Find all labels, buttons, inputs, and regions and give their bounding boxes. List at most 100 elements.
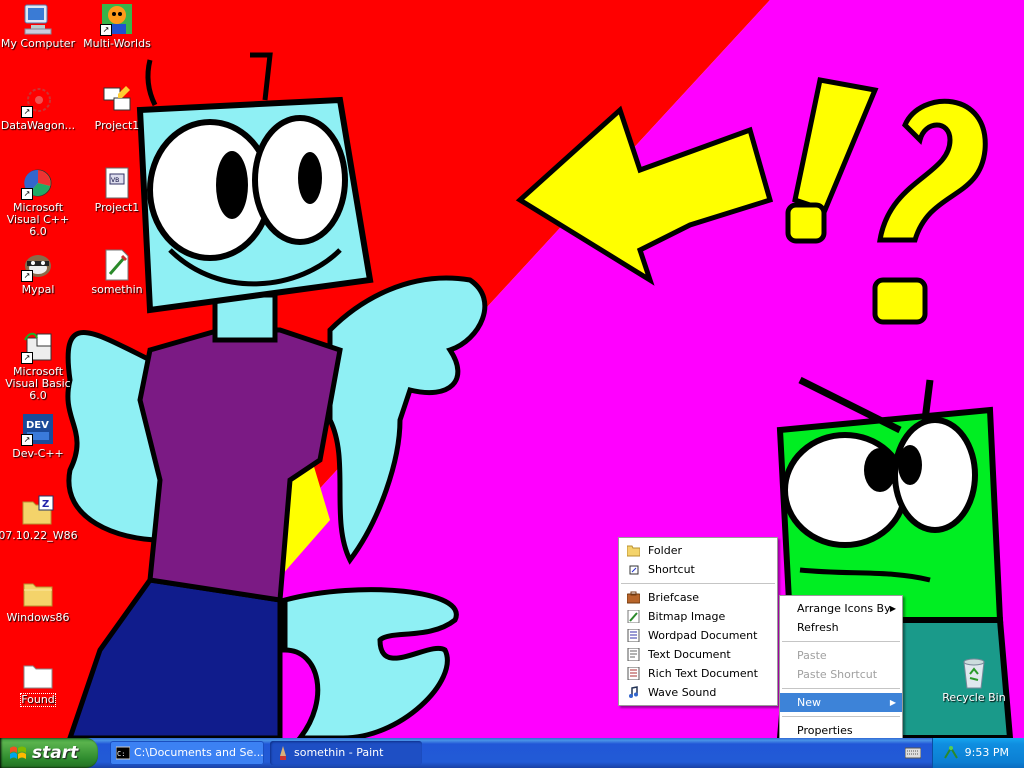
desktop-icon-label: Project1 bbox=[94, 201, 140, 214]
svg-text:C:: C: bbox=[117, 750, 125, 758]
desktop-icon-visual-basic[interactable]: ↗ Microsoft Visual Basic 6.0 bbox=[0, 330, 79, 402]
paste-label: Paste bbox=[797, 649, 827, 662]
properties-item[interactable]: Properties bbox=[780, 721, 902, 738]
desktop-icon-somethin[interactable]: somethin bbox=[76, 248, 158, 296]
start-button[interactable]: start bbox=[0, 738, 98, 768]
desktop-icon-label: Dev-C++ bbox=[12, 447, 64, 460]
desktop-context-menu: Arrange Icons By ▶ Refresh Paste Paste S… bbox=[779, 595, 903, 738]
new-wave-sound-item[interactable]: Wave Sound bbox=[619, 683, 777, 702]
desktop-icon-label: Multi-Worlds bbox=[83, 37, 151, 50]
folder-icon bbox=[21, 576, 55, 610]
desktop-icon-recycle-bin[interactable]: Recycle Bin bbox=[933, 656, 1015, 704]
network-icon[interactable] bbox=[943, 746, 959, 760]
new-folder-label: Folder bbox=[648, 544, 682, 557]
new-wordpad-item[interactable]: Wordpad Document bbox=[619, 626, 777, 645]
taskbar-item-explorer[interactable]: C: C:\Documents and Se... bbox=[110, 741, 264, 765]
keyboard-icon[interactable] bbox=[905, 746, 921, 760]
desktop-icon-my-computer[interactable]: My Computer bbox=[0, 2, 79, 50]
arrange-icons-by-label: Arrange Icons By bbox=[797, 602, 891, 615]
desktop-icon-windows86[interactable]: Windows86 bbox=[0, 576, 79, 624]
desktop-icon-project1-a[interactable]: Project1 bbox=[76, 84, 158, 132]
start-label: start bbox=[32, 743, 79, 763]
shortcut-arrow-icon: ↗ bbox=[21, 188, 33, 200]
svg-text:VB: VB bbox=[111, 177, 119, 184]
desktop-icon-label: Windows86 bbox=[6, 611, 70, 624]
clock[interactable]: 9:53 PM bbox=[965, 738, 1009, 768]
refresh-label: Refresh bbox=[797, 621, 839, 634]
desktop-icon-label: Microsoft Visual C++ 6.0 bbox=[6, 201, 70, 238]
desktop[interactable]: ! ? My Computer ↗ Multi-Worlds ↗ DataWag… bbox=[0, 0, 1024, 738]
desktop-icon-dev-cpp[interactable]: DEV ↗ Dev-C++ bbox=[0, 412, 79, 460]
new-shortcut-item[interactable]: Shortcut bbox=[619, 560, 777, 579]
text-document-icon bbox=[627, 648, 640, 661]
menu-separator bbox=[782, 716, 900, 717]
paint-icon bbox=[280, 746, 286, 760]
recycle-bin-icon bbox=[957, 656, 991, 690]
menu-separator bbox=[782, 641, 900, 642]
desktop-icon-visual-cpp[interactable]: ↗ Microsoft Visual C++ 6.0 bbox=[0, 166, 79, 238]
new-briefcase-label: Briefcase bbox=[648, 591, 700, 604]
svg-text:DEV: DEV bbox=[26, 420, 49, 431]
new-briefcase-item[interactable]: Briefcase bbox=[619, 588, 777, 607]
new-bitmap-item[interactable]: Bitmap Image bbox=[619, 607, 777, 626]
desktop-icon-label: Recycle Bin bbox=[942, 691, 1006, 704]
shortcut-arrow-icon: ↗ bbox=[100, 24, 112, 36]
shortcut-icon bbox=[629, 565, 639, 575]
desktop-icon-multi-worlds[interactable]: ↗ Multi-Worlds bbox=[76, 2, 158, 50]
desktop-icon-label: somethin bbox=[91, 283, 143, 296]
new-shortcut-label: Shortcut bbox=[648, 563, 695, 576]
system-tray: 9:53 PM bbox=[932, 738, 1024, 768]
new-rich-text-item[interactable]: Rich Text Document bbox=[619, 664, 777, 683]
taskbar-item-label: somethin - Paint bbox=[294, 746, 384, 759]
new-bitmap-label: Bitmap Image bbox=[648, 610, 726, 623]
paste-shortcut-item[interactable]: Paste Shortcut bbox=[780, 665, 902, 684]
folder-icon bbox=[21, 658, 55, 692]
desktop-icon-found[interactable]: Found bbox=[0, 658, 79, 707]
menu-separator bbox=[782, 688, 900, 689]
shortcut-arrow-icon: ↗ bbox=[21, 352, 33, 364]
new-wave-sound-label: Wave Sound bbox=[648, 686, 717, 699]
new-text-document-label: Text Document bbox=[648, 648, 731, 661]
shortcut-arrow-icon: ↗ bbox=[21, 434, 33, 446]
shortcut-arrow-icon: ↗ bbox=[21, 270, 33, 282]
desktop-icon-mypal[interactable]: ↗ Mypal bbox=[0, 248, 79, 296]
visual-cpp-icon: ↗ bbox=[21, 166, 55, 200]
desktop-icon-label: Mypal bbox=[21, 283, 55, 296]
desktop-icon-project1-b[interactable]: VB Project1 bbox=[76, 166, 158, 214]
bitmap-file-icon bbox=[100, 248, 134, 282]
datawagon-icon: ↗ bbox=[21, 84, 55, 118]
paste-item[interactable]: Paste bbox=[780, 646, 902, 665]
new-item[interactable]: New ▶ bbox=[780, 693, 902, 712]
command-prompt-icon: C: bbox=[116, 746, 130, 760]
taskbar-item-paint[interactable]: somethin - Paint bbox=[270, 741, 422, 765]
desktop-icon-label: DataWagon... bbox=[0, 119, 76, 132]
dev-cpp-icon: DEV ↗ bbox=[21, 412, 55, 446]
new-text-document-item[interactable]: Text Document bbox=[619, 645, 777, 664]
desktop-icon-label: Microsoft Visual Basic 6.0 bbox=[5, 365, 71, 402]
submenu-arrow-icon: ▶ bbox=[889, 604, 896, 613]
bitmap-icon bbox=[627, 610, 640, 623]
briefcase-icon bbox=[627, 591, 640, 604]
vb-form-icon: VB bbox=[100, 166, 134, 200]
refresh-item[interactable]: Refresh bbox=[780, 618, 902, 637]
new-submenu: Folder Shortcut Briefcase Bitmap Image W… bbox=[618, 537, 778, 706]
wordpad-icon bbox=[627, 629, 640, 642]
new-folder-item[interactable]: Folder bbox=[619, 541, 777, 560]
visual-basic-icon: ↗ bbox=[21, 330, 55, 364]
desktop-icon-zip-folder[interactable]: Z 07.10.22_W86 bbox=[0, 494, 79, 542]
new-label: New bbox=[797, 696, 821, 709]
wave-sound-icon bbox=[629, 686, 638, 698]
arrange-icons-by-item[interactable]: Arrange Icons By ▶ bbox=[780, 599, 902, 618]
desktop-icon-label: Project1 bbox=[94, 119, 140, 132]
desktop-icon-datawagon[interactable]: ↗ DataWagon... bbox=[0, 84, 79, 132]
desktop-icon-label: 07.10.22_W86 bbox=[0, 529, 78, 542]
properties-label: Properties bbox=[797, 724, 853, 737]
shortcut-arrow-icon: ↗ bbox=[21, 106, 33, 118]
paste-shortcut-label: Paste Shortcut bbox=[797, 668, 878, 681]
menu-separator bbox=[621, 583, 775, 584]
taskbar-item-label: C:\Documents and Se... bbox=[134, 746, 264, 759]
svg-text:Z: Z bbox=[42, 499, 49, 510]
new-rich-text-label: Rich Text Document bbox=[648, 667, 758, 680]
folder-icon bbox=[627, 545, 640, 557]
rich-text-icon bbox=[627, 667, 640, 680]
